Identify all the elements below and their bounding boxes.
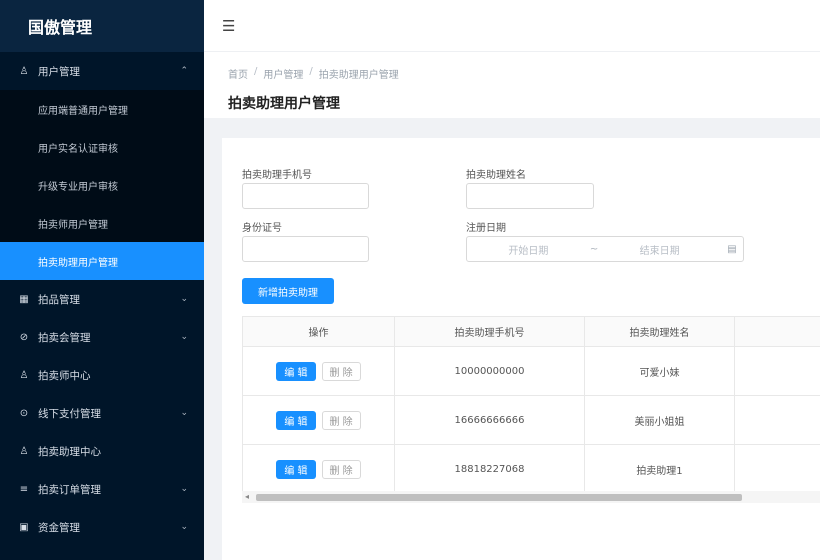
date-separator: ~ bbox=[589, 243, 599, 255]
cell-name: 拍卖助理1 bbox=[585, 445, 735, 493]
sidebar-item-realname-review[interactable]: 用户实名认证审核 bbox=[0, 128, 204, 166]
chevron-down-icon: ⌄ bbox=[180, 332, 188, 342]
clock-icon: ⊙ bbox=[19, 407, 29, 419]
edit-button[interactable]: 编 辑 bbox=[276, 361, 316, 381]
sidebar: 国傲管理 ♙ 用户管理 ⌃ 应用端普通用户管理 用户实名认证审核 升级专业用户审… bbox=[0, 0, 204, 560]
sidebar-group-label: 用户管理 bbox=[38, 65, 80, 78]
sidebar-item-auctioneer-users[interactable]: 拍卖师用户管理 bbox=[0, 204, 204, 242]
wallet-icon: ▣ bbox=[19, 521, 29, 533]
grid-icon: ▦ bbox=[19, 293, 29, 305]
submenu-user-management: 应用端普通用户管理 用户实名认证审核 升级专业用户审核 拍卖师用户管理 拍卖助理… bbox=[0, 90, 204, 280]
sidebar-item-assistant-center[interactable]: ♙ 拍卖助理中心 bbox=[0, 432, 204, 470]
column-header-phone: 拍卖助理手机号 bbox=[395, 317, 585, 346]
name-label: 拍卖助理姓名 bbox=[466, 170, 526, 181]
sidebar-group-label: 拍卖会管理 bbox=[38, 331, 91, 344]
cell-extra bbox=[735, 396, 820, 444]
sidebar-group-user-management[interactable]: ♙ 用户管理 ⌃ bbox=[0, 52, 204, 90]
table-header-row: 操作 拍卖助理手机号 拍卖助理姓名 bbox=[243, 317, 820, 347]
cell-name: 可爱小妹 bbox=[585, 347, 735, 395]
breadcrumb-separator: / bbox=[254, 66, 258, 77]
edit-button[interactable]: 编 辑 bbox=[276, 410, 316, 430]
row-actions: 编 辑 删 除 bbox=[243, 396, 395, 444]
sidebar-group-label: 线下支付管理 bbox=[38, 407, 101, 420]
chevron-down-icon: ⌄ bbox=[180, 522, 188, 532]
sidebar-group-funds[interactable]: ▣ 资金管理 ⌄ bbox=[0, 508, 204, 546]
cell-phone: 10000000000 bbox=[395, 347, 585, 395]
sidebar-item-auctioneer-center[interactable]: ♙ 拍卖师中心 bbox=[0, 356, 204, 394]
page-header: 首页 / 用户管理 / 拍卖助理用户管理 拍卖助理用户管理 bbox=[204, 52, 820, 118]
phone-input[interactable] bbox=[242, 183, 369, 209]
phone-label: 拍卖助理手机号 bbox=[242, 170, 312, 181]
id-input[interactable] bbox=[242, 236, 369, 262]
sidebar-item-pro-upgrade-review[interactable]: 升级专业用户审核 bbox=[0, 166, 204, 204]
horizontal-scrollbar[interactable]: ◂ bbox=[242, 491, 820, 503]
sidebar-group-auctions[interactable]: ⊘ 拍卖会管理 ⌄ bbox=[0, 318, 204, 356]
breadcrumb-home[interactable]: 首页 bbox=[228, 66, 248, 81]
table-row: 编 辑 删 除 18818227068 拍卖助理1 bbox=[243, 445, 820, 494]
compass-icon: ⊘ bbox=[19, 331, 29, 343]
cell-phone: 16666666666 bbox=[395, 396, 585, 444]
cell-extra bbox=[735, 347, 820, 395]
date-start-placeholder: 开始日期 bbox=[508, 245, 549, 257]
column-header-name: 拍卖助理姓名 bbox=[585, 317, 735, 346]
breadcrumb: 首页 / 用户管理 / 拍卖助理用户管理 bbox=[228, 66, 820, 81]
row-actions: 编 辑 删 除 bbox=[243, 445, 395, 493]
chevron-down-icon: ⌄ bbox=[180, 294, 188, 304]
sidebar-group-offline-payment[interactable]: ⊙ 线下支付管理 ⌄ bbox=[0, 394, 204, 432]
sidebar-group-lots[interactable]: ▦ 拍品管理 ⌄ bbox=[0, 280, 204, 318]
content-card: 拍卖助理手机号 拍卖助理姓名 身份证号 注册日期 开始日期 ~ 结束日期 ▤ 新… bbox=[222, 138, 820, 560]
users-icon: ♙ bbox=[19, 65, 29, 77]
sidebar-item-assistant-users[interactable]: 拍卖助理用户管理 bbox=[0, 242, 204, 280]
chevron-down-icon: ⌄ bbox=[180, 484, 188, 494]
sidebar-group-label: 拍卖助理中心 bbox=[38, 445, 101, 458]
cell-extra bbox=[735, 445, 820, 493]
add-assistant-button[interactable]: 新增拍卖助理 bbox=[242, 278, 334, 304]
user-icon: ♙ bbox=[19, 445, 29, 457]
date-end-placeholder: 结束日期 bbox=[639, 245, 680, 257]
sidebar-group-orders[interactable]: ≡ 拍卖订单管理 ⌄ bbox=[0, 470, 204, 508]
date-range-picker[interactable]: 开始日期 ~ 结束日期 ▤ bbox=[466, 236, 744, 262]
user-icon: ♙ bbox=[19, 369, 29, 381]
menu-fold-icon[interactable]: ☰ bbox=[222, 17, 235, 35]
calendar-icon: ▤ bbox=[727, 243, 737, 255]
sidebar-group-label: 拍卖订单管理 bbox=[38, 483, 101, 496]
scrollbar-thumb[interactable] bbox=[256, 494, 742, 501]
date-label: 注册日期 bbox=[466, 223, 506, 234]
table-row: 编 辑 删 除 16666666666 美丽小姐姐 bbox=[243, 396, 820, 445]
row-actions: 编 辑 删 除 bbox=[243, 347, 395, 395]
sidebar-group-label: 拍品管理 bbox=[38, 293, 80, 306]
app-logo: 国傲管理 bbox=[0, 0, 204, 52]
edit-button[interactable]: 编 辑 bbox=[276, 459, 316, 479]
sidebar-group-label: 拍卖师中心 bbox=[38, 369, 91, 382]
data-table: 操作 拍卖助理手机号 拍卖助理姓名 编 辑 删 除 10000000000 可爱… bbox=[242, 316, 820, 495]
delete-button[interactable]: 删 除 bbox=[321, 361, 361, 381]
chevron-down-icon: ⌄ bbox=[180, 408, 188, 418]
scroll-left-icon[interactable]: ◂ bbox=[245, 492, 249, 501]
cell-name: 美丽小姐姐 bbox=[585, 396, 735, 444]
top-header: ☰ bbox=[204, 0, 820, 52]
delete-button[interactable]: 删 除 bbox=[321, 410, 361, 430]
delete-button[interactable]: 删 除 bbox=[321, 459, 361, 479]
breadcrumb-user-management[interactable]: 用户管理 bbox=[263, 66, 303, 81]
cell-phone: 18818227068 bbox=[395, 445, 585, 493]
chevron-up-icon: ⌃ bbox=[180, 66, 188, 76]
name-input[interactable] bbox=[466, 183, 594, 209]
id-label: 身份证号 bbox=[242, 223, 282, 234]
column-header-actions: 操作 bbox=[243, 317, 395, 346]
sidebar-item-app-users[interactable]: 应用端普通用户管理 bbox=[0, 90, 204, 128]
breadcrumb-separator: / bbox=[309, 66, 313, 77]
list-icon: ≡ bbox=[19, 483, 29, 495]
page-title: 拍卖助理用户管理 bbox=[228, 96, 340, 112]
sidebar-group-label: 资金管理 bbox=[38, 521, 80, 534]
table-row: 编 辑 删 除 10000000000 可爱小妹 bbox=[243, 347, 820, 396]
breadcrumb-current: 拍卖助理用户管理 bbox=[318, 70, 399, 81]
column-header-extra bbox=[735, 317, 820, 346]
